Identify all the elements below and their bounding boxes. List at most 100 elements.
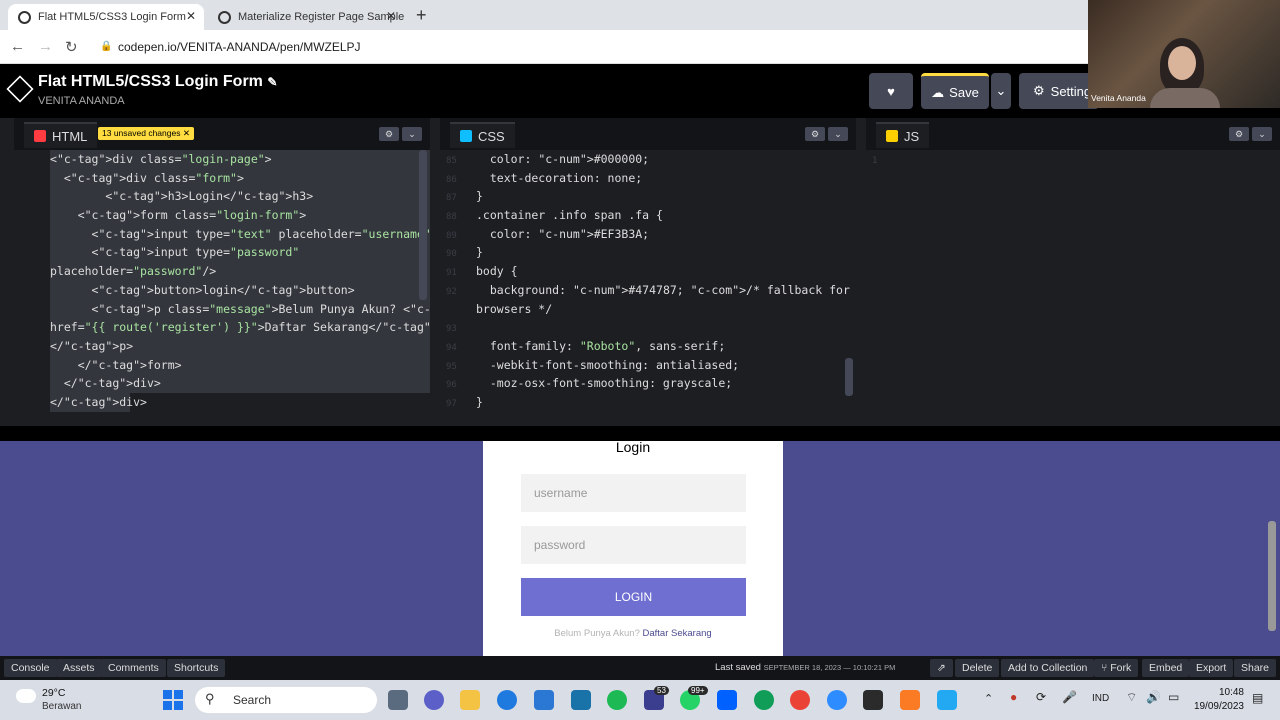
help-icon[interactable] [497, 690, 517, 710]
zoom-icon[interactable] [827, 690, 847, 710]
clock-date[interactable]: 19/09/2023 [1184, 701, 1244, 712]
reload-icon[interactable]: ↻ [65, 38, 78, 56]
external-link-icon[interactable]: ⇗ [930, 659, 953, 677]
weather-temp[interactable]: 29°C [42, 687, 65, 699]
file-explorer-icon[interactable] [460, 690, 480, 710]
embed-button[interactable]: Embed [1142, 659, 1190, 677]
code-line: placeholder="password"/> [50, 262, 430, 281]
code-line: <"c-tag">p class="message">Belum Punya A… [50, 299, 430, 319]
teams-icon[interactable] [424, 690, 444, 710]
username-input[interactable]: username [521, 474, 746, 512]
volume-icon[interactable]: 🔊 [1146, 690, 1161, 704]
pen-title[interactable]: Flat HTML5/CSS3 Login Form ✎ [38, 73, 277, 91]
code-line: 97} [440, 393, 856, 412]
windows-start-icon[interactable] [163, 690, 183, 710]
add-to-collection-button[interactable]: Add to Collection [1001, 659, 1095, 677]
close-icon[interactable]: ✕ [386, 9, 396, 23]
comments-button[interactable]: Comments [101, 659, 166, 677]
search-box[interactable]: ⚲ Search [195, 687, 377, 713]
task-view-icon[interactable] [388, 690, 408, 710]
code-line: 91 body { [440, 262, 856, 281]
css-code-editor[interactable]: 85 color: "c-num">#000000; 86 text-decora… [440, 150, 856, 426]
export-button[interactable]: Export [1189, 659, 1234, 677]
pen-author[interactable]: VENITA ANANDA [38, 95, 125, 107]
tab-html[interactable]: HTML [24, 122, 98, 148]
terminal-icon[interactable] [863, 690, 883, 710]
webcam-name: Venita Ananda [1091, 93, 1146, 103]
code-line: 95 -webkit-font-smoothing: antialiased; [440, 356, 856, 375]
browser-tab-active[interactable]: Flat HTML5/CSS3 Login Form ✕ [8, 4, 204, 30]
fork-button[interactable]: ⑂ Fork [1094, 659, 1139, 677]
js-code-editor[interactable]: 1 [866, 150, 1280, 426]
close-icon[interactable]: ✕ [186, 9, 196, 23]
delete-button[interactable]: Delete [955, 659, 1000, 677]
notifications-icon[interactable]: ▤ [1252, 691, 1263, 705]
gear-icon[interactable]: ⚙ [1229, 127, 1249, 141]
sync-icon[interactable]: ⟳ [1036, 690, 1046, 704]
chevron-up-icon[interactable]: ⌃ [984, 692, 993, 705]
login-heading: Login [615, 439, 651, 455]
line-number: 88 [446, 212, 457, 223]
notification-badge: 99+ [688, 686, 708, 695]
microphone-icon[interactable]: 🎤 [1062, 690, 1077, 704]
language-indicator[interactable]: IND [1092, 693, 1109, 704]
code-line: browsers */ [476, 301, 553, 316]
edge-icon[interactable] [754, 690, 774, 710]
bing-icon[interactable] [571, 690, 591, 710]
gear-icon: ⚙ [1033, 83, 1045, 98]
scrollbar[interactable] [419, 150, 427, 300]
js-icon [886, 130, 898, 142]
gear-icon[interactable]: ⚙ [379, 127, 399, 141]
assets-button[interactable]: Assets [56, 659, 102, 677]
tab-css[interactable]: CSS [450, 122, 515, 148]
code-line: 92 background: "c-num">#474787; "c-com">… [440, 281, 856, 300]
chrome-icon[interactable] [790, 690, 810, 710]
url-field[interactable]: codepen.io/VENITA-ANANDA/pen/MWZELPJ [118, 40, 361, 54]
spotify-icon[interactable] [607, 690, 627, 710]
chevron-down-icon[interactable]: ⌄ [1252, 127, 1272, 141]
code-line: <"c-tag">form class="login-form"> [50, 206, 430, 225]
code-line: <"c-tag">div class="form"> [50, 168, 430, 188]
console-button[interactable]: Console [4, 659, 57, 677]
save-button[interactable]: ☁ Save [921, 73, 989, 109]
code-line: <"c-tag">input type="text" placeholder="… [50, 224, 430, 244]
new-tab-icon[interactable]: + [416, 5, 427, 26]
forward-icon[interactable]: → [38, 38, 53, 55]
unsaved-badge[interactable]: 13 unsaved changes ✕ [98, 127, 194, 140]
register-link[interactable]: Daftar Sekarang [643, 628, 712, 639]
password-input[interactable]: password [521, 526, 746, 564]
tab-label: Materialize Register Page Sample [238, 11, 404, 23]
weather-desc[interactable]: Berawan [42, 701, 81, 712]
browser-tab[interactable]: Materialize Register Page Sample ✕ [208, 4, 404, 30]
share-button[interactable]: Share [1234, 659, 1277, 677]
gear-icon[interactable]: ⚙ [805, 127, 825, 141]
scrollbar[interactable] [1268, 521, 1276, 631]
mail-icon[interactable] [534, 690, 554, 710]
heart-icon: ♥ [887, 83, 895, 99]
edit-pencil-icon[interactable]: ✎ [267, 75, 277, 89]
like-button[interactable]: ♥ [869, 73, 913, 109]
scrollbar[interactable] [845, 358, 853, 396]
code-line: href="{{ route('register') }}">Daftar Se… [50, 318, 430, 337]
tab-js[interactable]: JS [876, 122, 930, 148]
chevron-down-icon[interactable]: ⌄ [828, 127, 848, 141]
tray-app-icon[interactable]: ● [1010, 690, 1017, 704]
codepen-logo-icon[interactable] [6, 75, 34, 103]
xampp-icon[interactable] [900, 690, 920, 710]
wifi-icon[interactable]: ⌔ [1126, 690, 1137, 705]
battery-icon[interactable]: ▭ [1168, 690, 1179, 704]
login-button[interactable]: LOGIN [521, 578, 746, 616]
settings-button[interactable]: ⚙ Settings [1019, 73, 1099, 109]
dropbox-icon[interactable] [717, 690, 737, 710]
shortcuts-button[interactable]: Shortcuts [167, 659, 226, 677]
code-line: 89 color: "c-num">#EF3B3A; [440, 225, 856, 244]
code-line: <"c-tag">h3>Login</"c-tag">h3> [50, 187, 430, 207]
save-options-button[interactable]: ⌄ [991, 73, 1011, 109]
js-panel: JS ⚙ ⌄ 1 [866, 118, 1280, 426]
chevron-down-icon[interactable]: ⌄ [402, 127, 422, 141]
vscode-icon[interactable] [937, 690, 957, 710]
line-number: 85 [446, 156, 457, 166]
html-code-editor[interactable]: <"c-tag">div class="login-page"> <"c-tag… [14, 150, 430, 426]
back-icon[interactable]: ← [10, 38, 25, 55]
clock-time[interactable]: 10:48 [1190, 687, 1244, 698]
